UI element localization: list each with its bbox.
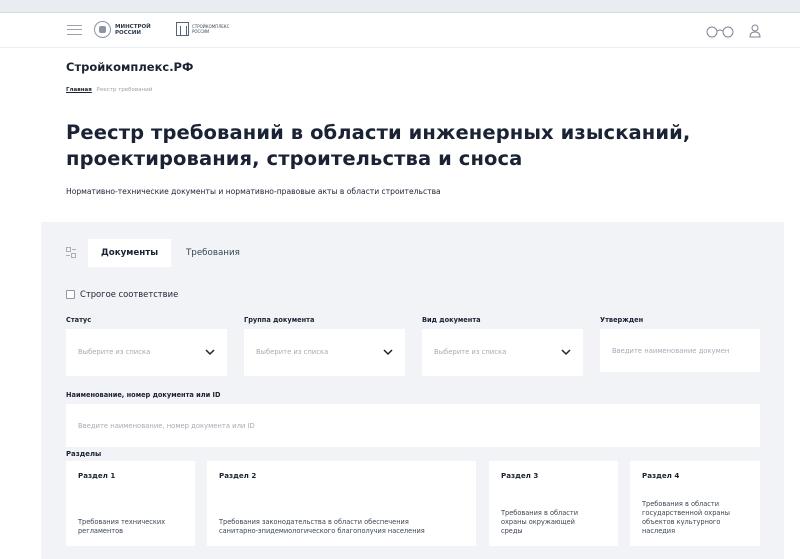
desc-line: объектов культурного [642, 518, 721, 526]
group-select-placeholder: Выберите из списка [256, 348, 329, 356]
chevron-down-icon [561, 349, 571, 356]
section-card-description: Требования законодательства в области об… [219, 518, 425, 536]
status-label: Статус [66, 316, 92, 324]
chevron-down-icon [205, 349, 215, 356]
desc-line: санитарно-эпидемиологического благополуч… [219, 527, 425, 535]
desc-line: Требования законодательства в области об… [219, 518, 409, 526]
group-select[interactable]: Выберите из списка [244, 329, 405, 376]
section-card-title: Раздел 1 [78, 471, 116, 480]
desc-line: государственной охраны [642, 509, 730, 517]
section-card-title: Раздел 3 [501, 471, 539, 480]
strict-match-label: Строгое соответствие [80, 289, 179, 299]
desc-line: наследия [642, 527, 676, 535]
section-card-description: Требования технических регламентов [78, 518, 165, 536]
page-title: Реестр требований в области инженерных и… [66, 121, 691, 170]
top-strip [0, 0, 800, 13]
desc-line: Требования технических [78, 518, 166, 526]
desc-line: Требования в области [642, 500, 720, 508]
section-card-3[interactable]: Раздел 3 Требования в области охраны окр… [489, 461, 618, 546]
name-search-input[interactable]: Введите наименование, номер документа ил… [66, 404, 760, 447]
chevron-down-icon [383, 349, 393, 356]
accessibility-glasses-icon[interactable] [705, 26, 735, 38]
ministry-logo[interactable]: МИНСТРОЙ РОССИИ [94, 21, 151, 38]
filter-icon[interactable] [66, 247, 76, 258]
approved-input[interactable]: Введите наименование докумен [600, 329, 760, 372]
type-select-placeholder: Выберите из списка [434, 348, 507, 356]
desc-line: среды [501, 527, 523, 535]
page-subtitle: Нормативно-технические документы и норма… [66, 187, 441, 196]
stroykompleks-logo[interactable]: СТРОЙКОМПЛЕКС РОССИИ [176, 22, 240, 36]
approved-label: Утвержден [600, 316, 644, 324]
menu-icon[interactable] [67, 24, 82, 36]
group-label: Группа документа [244, 316, 315, 324]
section-card-1[interactable]: Раздел 1 Требования технических регламен… [66, 461, 195, 546]
name-search-placeholder: Введите наименование, номер документа ил… [78, 422, 255, 430]
ministry-logo-text: МИНСТРОЙ РОССИИ [115, 23, 151, 36]
type-select[interactable]: Выберите из списка [422, 329, 583, 376]
section-card-title: Раздел 4 [642, 471, 680, 480]
breadcrumb: Главная Реестр требований [66, 87, 152, 93]
type-label: Вид документа [422, 316, 481, 324]
desc-line: Требования в области [501, 509, 579, 517]
stroykompleks-logo-text: СТРОЙКОМПЛЕКС РОССИИ [192, 24, 230, 34]
section-card-4[interactable]: Раздел 4 Требования в области государств… [630, 461, 760, 546]
tab-requirements[interactable]: Требования [173, 239, 253, 267]
section-card-description: Требования в области государственной охр… [642, 500, 730, 536]
strict-match-checkbox[interactable] [66, 289, 75, 299]
strict-match-toggle[interactable]: Строгое соответствие [66, 289, 178, 299]
breadcrumb-current: Реестр требований [96, 87, 153, 93]
site-header: МИНСТРОЙ РОССИИ СТРОЙКОМПЛЕКС РОССИИ [0, 13, 800, 48]
user-icon[interactable] [749, 24, 761, 38]
status-select[interactable]: Выберите из списка [66, 329, 227, 376]
section-card-title: Раздел 2 [219, 471, 257, 480]
breadcrumb-home-link[interactable]: Главная [66, 87, 92, 93]
emblem-icon [94, 21, 111, 38]
sections-label: Разделы [66, 450, 102, 458]
desc-line: охраны окружающей [501, 518, 575, 526]
name-label: Наименование, номер документа или ID [66, 391, 221, 399]
desc-line: регламентов [78, 527, 124, 535]
site-title[interactable]: Стройкомплекс.РФ [66, 60, 193, 74]
approved-input-placeholder: Введите наименование докумен [612, 347, 730, 355]
tab-documents[interactable]: Документы [88, 239, 172, 267]
building-icon [176, 22, 189, 36]
status-select-placeholder: Выберите из списка [78, 348, 151, 356]
section-card-2[interactable]: Раздел 2 Требования законодательства в о… [207, 461, 476, 546]
section-card-description: Требования в области охраны окружающей с… [501, 509, 578, 536]
